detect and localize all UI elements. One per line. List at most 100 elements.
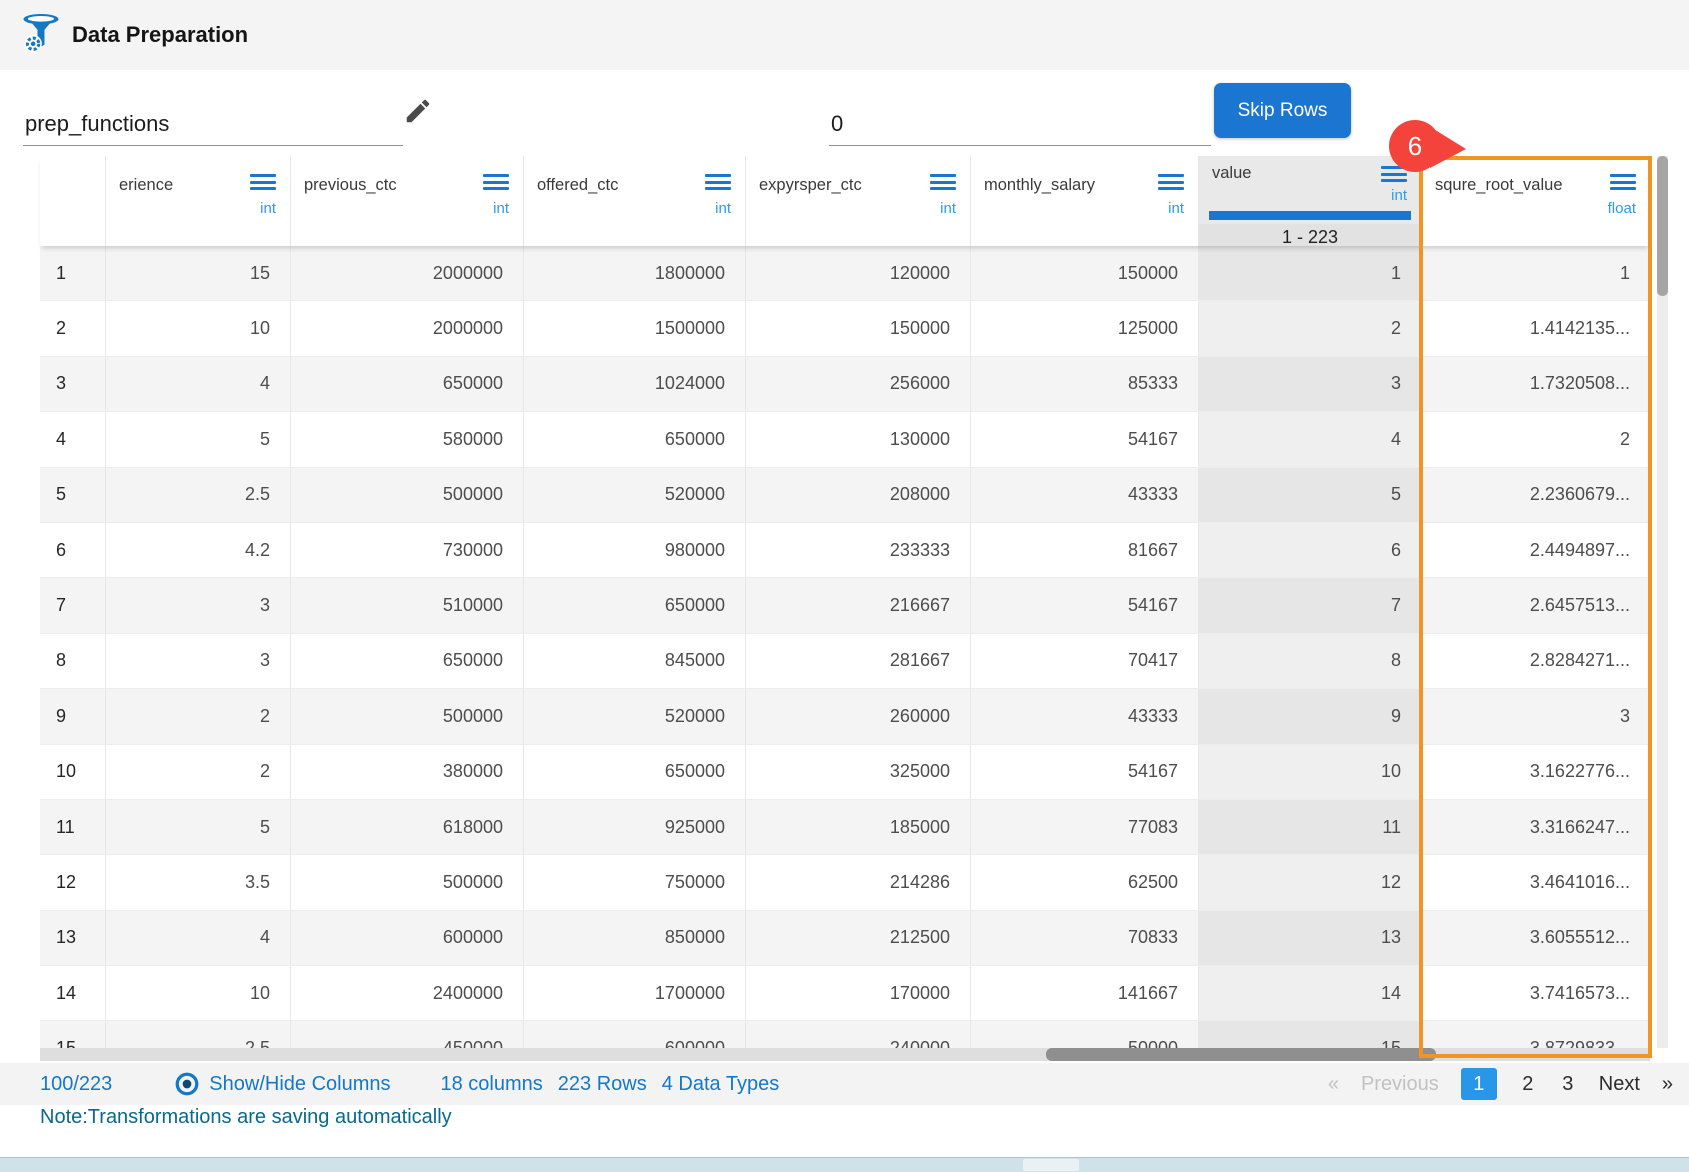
table-row: 152.545000060000024000050000153.8729833.… [40, 1021, 1650, 1048]
cell-previous_ctc: 730000 [290, 523, 523, 577]
column-type-label: int [715, 200, 731, 217]
column-menu-icon[interactable] [1610, 174, 1636, 194]
table-row: 836500008450002816677041782.8284271... [40, 634, 1650, 689]
cell-squre_root_value: 2.6457513... [1421, 578, 1650, 632]
table-row: 2102000000150000015000012500021.4142135.… [40, 301, 1650, 356]
table-row: 13460000085000021250070833133.6055512... [40, 911, 1650, 966]
cell-squre_root_value: 2.8284271... [1421, 634, 1650, 688]
column-menu-icon[interactable] [250, 174, 276, 194]
cell-value: 14 [1198, 966, 1421, 1020]
horizontal-scrollbar[interactable] [40, 1048, 1650, 1061]
last-page-arrow[interactable]: » [1662, 1073, 1673, 1096]
columns-count: 18 columns [441, 1073, 543, 1096]
column-header-monthly_salary[interactable]: monthly_salaryint [970, 156, 1198, 246]
cell-offered_ctc: 750000 [523, 855, 745, 909]
vertical-scrollbar-thumb[interactable] [1657, 156, 1668, 296]
cell-monthly_salary: 54167 [970, 745, 1198, 799]
column-menu-icon[interactable] [1158, 174, 1184, 194]
next-page-button[interactable]: Next [1599, 1073, 1640, 1096]
row-index-cell: 15 [40, 1021, 105, 1048]
column-name: previous_ctc [304, 176, 397, 195]
edit-pencil-icon[interactable] [403, 96, 433, 129]
column-type-label: int [260, 200, 276, 217]
table-row: 11561800092500018500077083113.3166247... [40, 800, 1650, 855]
previous-page-button[interactable]: Previous [1361, 1073, 1439, 1096]
column-name: squre_root_value [1435, 176, 1563, 195]
row-index-cell: 11 [40, 800, 105, 854]
cell-value: 6 [1198, 523, 1421, 577]
cell-value: 8 [1198, 634, 1421, 688]
cell-squre_root_value: 1.7320508... [1421, 357, 1650, 411]
table-row: 64.27300009800002333338166762.4494897... [40, 523, 1650, 578]
page-2[interactable]: 2 [1519, 1073, 1537, 1096]
index-column-header [40, 156, 105, 246]
cell-erience: 15 [105, 246, 290, 300]
cell-previous_ctc: 500000 [290, 689, 523, 743]
first-page-arrow[interactable]: « [1328, 1073, 1339, 1096]
cell-monthly_salary: 81667 [970, 523, 1198, 577]
cell-previous_ctc: 500000 [290, 468, 523, 522]
skip-rows-input[interactable] [829, 111, 1211, 146]
row-index-cell: 4 [40, 412, 105, 466]
cell-expyrsper_ctc: 240000 [745, 1021, 970, 1048]
data-preparation-screen: Data Preparation Skip Rows erienceintpre… [0, 0, 1689, 1172]
cell-value: 7 [1198, 578, 1421, 632]
column-name: erience [119, 176, 173, 195]
cell-expyrsper_ctc: 150000 [745, 301, 970, 355]
column-type-label: int [493, 200, 509, 217]
cell-erience: 3.5 [105, 855, 290, 909]
cell-offered_ctc: 650000 [523, 412, 745, 466]
cell-offered_ctc: 520000 [523, 689, 745, 743]
row-index-cell: 9 [40, 689, 105, 743]
show-hide-columns-button[interactable]: Show/Hide Columns [174, 1071, 390, 1097]
column-menu-icon[interactable] [705, 174, 731, 194]
cell-value: 11 [1198, 800, 1421, 854]
cell-expyrsper_ctc: 214286 [745, 855, 970, 909]
column-header-offered_ctc[interactable]: offered_ctcint [523, 156, 745, 246]
page-1[interactable]: 1 [1461, 1068, 1497, 1100]
page-scrollbar-track[interactable] [0, 1157, 1689, 1172]
cell-monthly_salary: 43333 [970, 468, 1198, 522]
table-body: 1152000000180000012000015000011210200000… [40, 246, 1650, 1048]
cell-erience: 10 [105, 966, 290, 1020]
cell-expyrsper_ctc: 130000 [745, 412, 970, 466]
cell-offered_ctc: 650000 [523, 745, 745, 799]
row-index-cell: 1 [40, 246, 105, 300]
cell-monthly_salary: 70833 [970, 911, 1198, 965]
horizontal-scrollbar-thumb[interactable] [1046, 1048, 1436, 1061]
column-header-expyrsper_ctc[interactable]: expyrsper_ctcint [745, 156, 970, 246]
page-3[interactable]: 3 [1559, 1073, 1577, 1096]
table-row: 3465000010240002560008533331.7320508... [40, 357, 1650, 412]
row-index-cell: 7 [40, 578, 105, 632]
column-menu-icon[interactable] [483, 174, 509, 194]
cell-expyrsper_ctc: 325000 [745, 745, 970, 799]
column-menu-icon[interactable] [930, 174, 956, 194]
table-row: 141024000001700000170000141667143.741657… [40, 966, 1650, 1021]
cell-offered_ctc: 1700000 [523, 966, 745, 1020]
cell-monthly_salary: 85333 [970, 357, 1198, 411]
cell-monthly_salary: 125000 [970, 301, 1198, 355]
cell-expyrsper_ctc: 185000 [745, 800, 970, 854]
cell-previous_ctc: 2000000 [290, 301, 523, 355]
skip-rows-button[interactable]: Skip Rows [1214, 83, 1351, 138]
column-header-erience[interactable]: erience int [105, 156, 290, 246]
page-scrollbar-thumb[interactable] [1023, 1159, 1079, 1171]
cell-monthly_salary: 70417 [970, 634, 1198, 688]
cell-erience: 5 [105, 412, 290, 466]
column-type-label: int [1391, 187, 1407, 204]
cell-offered_ctc: 1500000 [523, 301, 745, 355]
cell-expyrsper_ctc: 233333 [745, 523, 970, 577]
vertical-scrollbar[interactable] [1657, 156, 1668, 1048]
cell-expyrsper_ctc: 170000 [745, 966, 970, 1020]
cell-squre_root_value: 3 [1421, 689, 1650, 743]
column-header-previous_ctc[interactable]: previous_ctcint [290, 156, 523, 246]
table-row: 123.550000075000021428662500123.4641016.… [40, 855, 1650, 910]
cell-value: 5 [1198, 468, 1421, 522]
cell-previous_ctc: 580000 [290, 412, 523, 466]
dataset-name-input[interactable] [23, 111, 403, 146]
cell-previous_ctc: 380000 [290, 745, 523, 799]
table-row: 10238000065000032500054167103.1622776... [40, 745, 1650, 800]
table-row: 455800006500001300005416742 [40, 412, 1650, 467]
column-progress-bar [1209, 211, 1411, 220]
cell-value: 15 [1198, 1021, 1421, 1048]
